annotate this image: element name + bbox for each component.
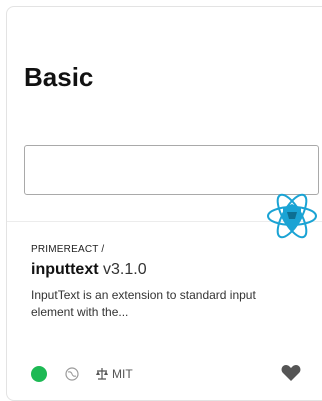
primereact-logo-icon — [267, 193, 317, 239]
card-footer: MIT — [31, 366, 133, 382]
globe-icon[interactable] — [65, 367, 79, 381]
package-name[interactable]: inputtext — [31, 261, 99, 278]
license: MIT — [95, 367, 133, 381]
package-description: InputText is an extension to standard in… — [31, 288, 256, 319]
license-label: MIT — [112, 367, 133, 381]
package-version: v3.1.0 — [103, 261, 147, 278]
heart-icon[interactable] — [281, 364, 301, 382]
preview-title: Basic — [24, 62, 94, 92]
scale-icon — [96, 368, 108, 380]
package-meta: PRIMEREACT / inputtext v3.1.0 InputText … — [31, 244, 291, 321]
status-dot-icon — [31, 366, 47, 382]
package-name-line[interactable]: inputtext v3.1.0 — [31, 261, 291, 279]
text-input[interactable] — [24, 145, 319, 195]
package-scope: PRIMEREACT / — [31, 244, 105, 255]
